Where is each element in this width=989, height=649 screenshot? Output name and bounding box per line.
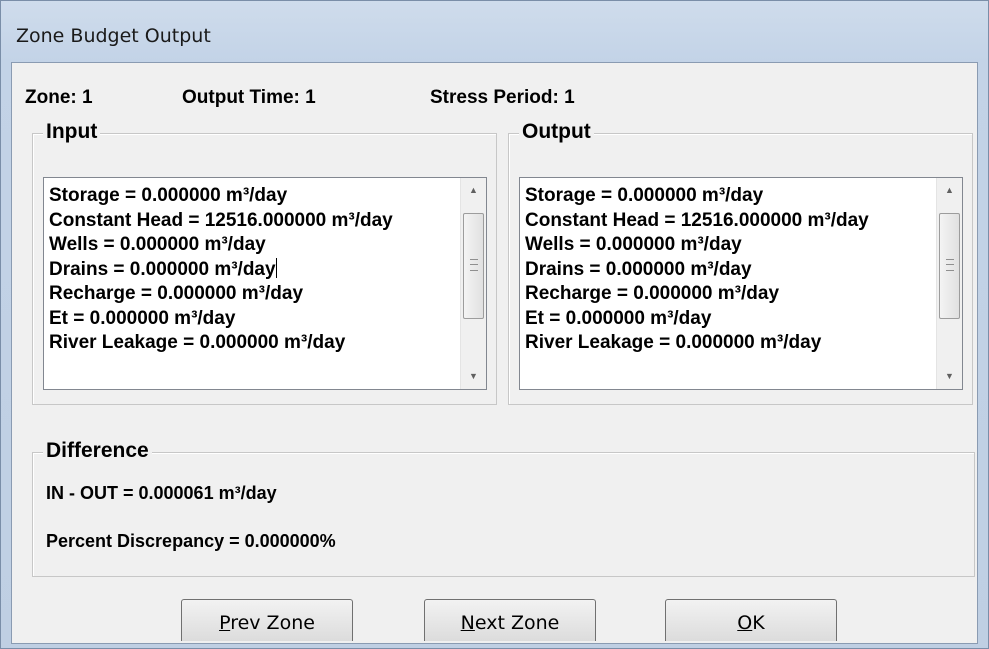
output-listbox[interactable]: Storage = 0.000000 m³/day Constant Head …: [519, 177, 963, 390]
scroll-up-arrow-icon[interactable]: ▲: [461, 178, 486, 203]
next-zone-label: ext Zone: [474, 612, 560, 634]
list-item[interactable]: Storage = 0.000000 m³/day: [525, 184, 932, 209]
input-list-items: Storage = 0.000000 m³/day Constant Head …: [49, 184, 456, 356]
list-item[interactable]: River Leakage = 0.000000 m³/day: [525, 331, 932, 356]
scrollbar-thumb[interactable]: [939, 213, 960, 319]
text-caret: [275, 257, 277, 278]
ok-label: K: [752, 612, 765, 634]
in-out-value: IN - OUT = 0.000061 m³/day: [46, 483, 277, 503]
next-zone-mnemonic: N: [460, 612, 475, 634]
input-listbox[interactable]: Storage = 0.000000 m³/day Constant Head …: [43, 177, 487, 390]
scroll-down-arrow-icon[interactable]: ▼: [937, 364, 962, 389]
difference-group-label: Difference: [43, 439, 152, 463]
next-zone-button[interactable]: Next Zone: [424, 599, 596, 641]
list-item[interactable]: Constant Head = 12516.000000 m³/day: [49, 209, 456, 234]
input-scrollbar[interactable]: ▲ ▼: [460, 178, 486, 389]
input-group-label: Input: [43, 120, 101, 144]
scrollbar-thumb[interactable]: [463, 213, 484, 319]
ok-mnemonic: O: [737, 612, 753, 634]
list-item[interactable]: Drains = 0.000000 m³/day: [49, 257, 456, 283]
stress-period-label: Stress Period: 1: [430, 87, 575, 108]
scroll-up-arrow-icon[interactable]: ▲: [937, 178, 962, 203]
list-item[interactable]: Recharge = 0.000000 m³/day: [525, 282, 932, 307]
window-title: Zone Budget Output: [16, 25, 211, 47]
scroll-down-arrow-icon[interactable]: ▼: [461, 364, 486, 389]
input-group: Input Storage = 0.000000 m³/day Constant…: [32, 120, 497, 405]
percent-discrepancy-value: Percent Discrepancy = 0.000000%: [46, 531, 336, 551]
list-item[interactable]: Et = 0.000000 m³/day: [49, 307, 456, 332]
output-group-label: Output: [519, 120, 594, 144]
output-scrollbar[interactable]: ▲ ▼: [936, 178, 962, 389]
difference-group: Difference IN - OUT = 0.000061 m³/day Pe…: [32, 439, 975, 577]
list-item[interactable]: Wells = 0.000000 m³/day: [525, 233, 932, 258]
list-item[interactable]: Drains = 0.000000 m³/day: [525, 258, 932, 283]
prev-zone-label: rev Zone: [230, 612, 315, 634]
title-bar[interactable]: Zone Budget Output: [1, 1, 988, 61]
dialog-client-area: Zone: 1 Output Time: 1 Stress Period: 1 …: [11, 62, 978, 644]
output-time-label: Output Time: 1: [182, 87, 316, 108]
scrollbar-grip-icon: [946, 259, 954, 271]
scrollbar-grip-icon: [470, 259, 478, 271]
zone-budget-window: Zone Budget Output Zone: 1 Output Time: …: [0, 0, 989, 649]
list-item[interactable]: River Leakage = 0.000000 m³/day: [49, 331, 456, 356]
prev-zone-mnemonic: P: [219, 612, 231, 634]
list-item[interactable]: Wells = 0.000000 m³/day: [49, 233, 456, 258]
ok-button[interactable]: OK: [665, 599, 837, 641]
list-item[interactable]: Constant Head = 12516.000000 m³/day: [525, 209, 932, 234]
list-item[interactable]: Storage = 0.000000 m³/day: [49, 184, 456, 209]
prev-zone-button[interactable]: Prev Zone: [181, 599, 353, 641]
list-item-text: Drains = 0.000000 m³/day: [49, 258, 276, 280]
zone-label: Zone: 1: [25, 87, 93, 108]
list-item[interactable]: Recharge = 0.000000 m³/day: [49, 282, 456, 307]
output-group: Output Storage = 0.000000 m³/day Constan…: [508, 120, 973, 405]
output-list-items: Storage = 0.000000 m³/day Constant Head …: [525, 184, 932, 356]
list-item[interactable]: Et = 0.000000 m³/day: [525, 307, 932, 332]
